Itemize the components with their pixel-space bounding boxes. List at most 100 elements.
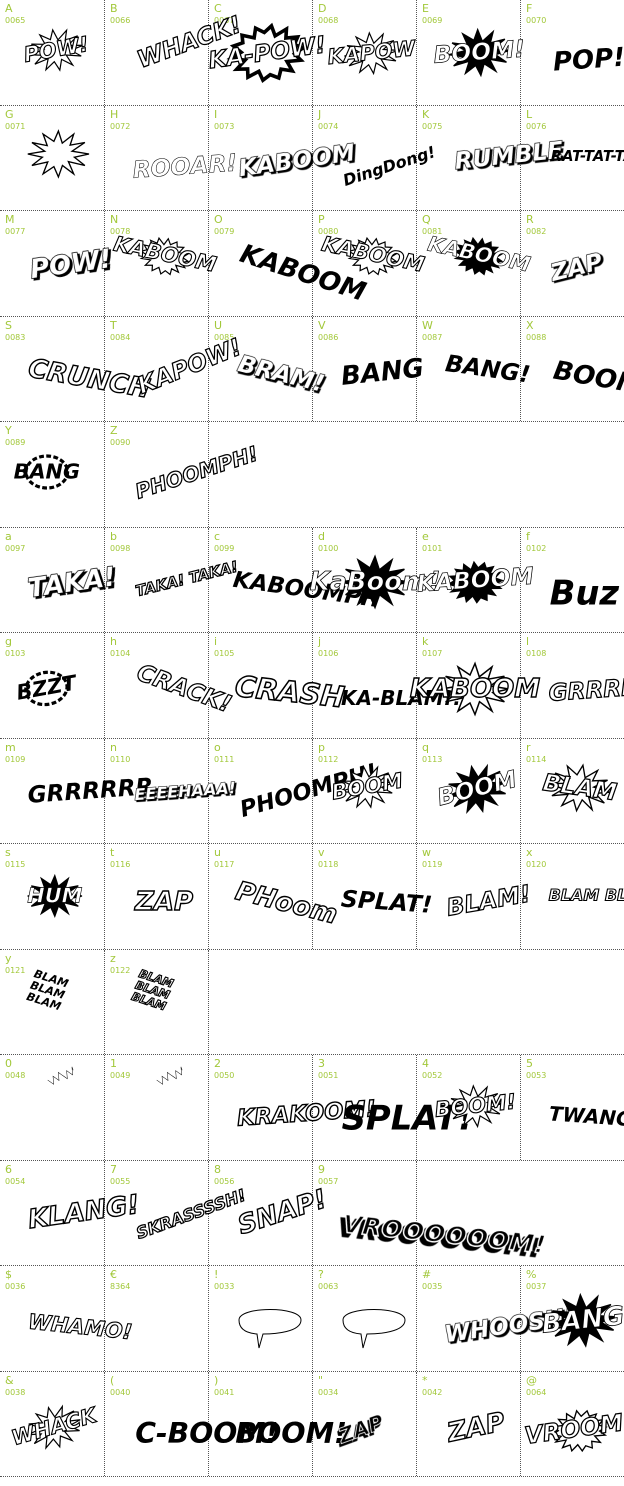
glyph-code-label: 0098: [110, 543, 131, 553]
glyph-cell[interactable]: $0036 WHAMO!: [0, 1266, 134, 1371]
glyph-word: WHAMO!: [27, 1309, 133, 1344]
glyph-row: S 0083 CRUNCH T 0084 KAPOW! U 0085 BRAM! V 0086 BAN…: [0, 316, 624, 422]
glyph-code-label: 0102: [526, 543, 547, 553]
glyph-character-label: !: [214, 1268, 219, 1281]
glyph-code-label: 0101: [422, 543, 443, 553]
glyph-row: Y 0089 BANG Z 0090 PHOOMPH!: [0, 422, 624, 528]
glyph-word: SPLAT!: [340, 885, 433, 919]
glyph-cell[interactable]: g 0103 BZZT: [0, 633, 104, 738]
glyph-preview: KABOOM: [111, 231, 245, 291]
glyph-code-label: 8364: [110, 1282, 131, 1291]
glyph-artwork: Buz: [550, 573, 620, 612]
glyph-character-label: #: [422, 1268, 432, 1281]
glyph-code-label: 0086: [318, 332, 339, 342]
glyph-code-label: 0111: [214, 754, 235, 764]
glyph-cell[interactable]: y 0121 BLAM BLAM BLAM: [0, 950, 104, 1055]
glyph-artwork: SPLAT!: [340, 885, 433, 919]
glyph-code-label: 0108: [526, 649, 547, 658]
glyph-code-label: 0104: [110, 649, 131, 658]
glyph-word: SNAP!: [234, 1184, 330, 1241]
glyph-cell[interactable]: Y 0089 BANG: [0, 422, 104, 527]
glyph-character-label: 9: [318, 1162, 325, 1176]
glyph-preview: BOOM!: [433, 1084, 557, 1139]
glyph-word: ZAP: [134, 887, 193, 917]
empty-grid-area: [208, 422, 624, 527]
glyph-character-label: S: [5, 318, 12, 332]
glyph-artwork: ZAP: [546, 247, 606, 288]
glyph-cell[interactable]: a 0097 TAKA!: [0, 528, 118, 633]
glyph-character-label: l: [526, 635, 530, 648]
glyph-code-label: 0119: [422, 860, 443, 869]
glyph-code-label: 0035: [422, 1282, 443, 1291]
glyph-artwork: HUM: [27, 873, 83, 919]
glyph-preview: SKRASSSSH!: [133, 1184, 249, 1251]
glyph-character-label: a: [5, 529, 12, 543]
glyph-code-label: 0069: [422, 16, 443, 25]
glyph-character-label: 0: [5, 1057, 12, 1070]
glyph-character-label: 5: [526, 1057, 533, 1070]
glyph-word: RAT-TAT-TAT: [551, 148, 624, 165]
glyph-artwork: POP!: [552, 43, 624, 78]
glyph-word: HUM: [27, 883, 82, 907]
glyph-preview: PHoom: [232, 876, 343, 932]
glyph-preview: VROOM!: [522, 1406, 624, 1460]
glyph-preview: CRACK!: [133, 658, 243, 719]
speech-bubble-icon: [238, 1309, 302, 1349]
glyph-artwork: BANG: [540, 1292, 624, 1348]
glyph-cell[interactable]: S 0083 CRUNCH: [0, 317, 153, 422]
glyph-character-label: n: [110, 740, 117, 754]
glyph-word: EEEEHAAA!: [134, 778, 237, 804]
glyph-artwork: BLAM BLAM: [548, 885, 624, 905]
speech-bubble-icon: [342, 1309, 406, 1349]
glyph-word: SKRASSSSH!: [134, 1185, 249, 1242]
glyph-cell[interactable]: A 0065 POW!: [0, 0, 104, 105]
glyph-preview: BOOM!: [233, 1412, 347, 1462]
glyph-row: 6 0054 KLANG! 7 0055 SKRASSSSH! 8 0056 SNAP! 9 005…: [0, 1160, 624, 1266]
glyph-code-label: 0033: [214, 1282, 235, 1291]
glyph-cell[interactable]: 6 0054 KLANG!: [0, 1161, 142, 1266]
glyph-character-label: r: [526, 740, 531, 754]
glyph-code-label: 0115: [5, 860, 26, 869]
glyph-cell[interactable]: 0 0048: [0, 1055, 104, 1160]
glyph-character-label: J: [318, 107, 322, 121]
glyph-code-label: 0052: [422, 1071, 443, 1080]
glyph-character-label: K: [422, 107, 430, 121]
glyph-preview: BZZT: [15, 669, 136, 719]
glyph-cell[interactable]: G 0071: [0, 106, 104, 211]
glyph-code-label: 0050: [214, 1071, 235, 1080]
glyph-code-label: 0087: [422, 332, 443, 342]
glyph-cell[interactable]: s 0115 HUM: [0, 844, 104, 949]
glyph-code-label: 0114: [526, 754, 547, 764]
glyph-cell[interactable]: M 0077 POW!: [0, 211, 114, 316]
glyph-code-label: 0090: [110, 438, 131, 447]
glyph-artwork: GRRRRRR: [547, 671, 624, 707]
glyph-code-label: 0073: [214, 121, 235, 131]
glyph-code-label: 0112: [318, 754, 339, 764]
glyph-word: BLAM!: [444, 879, 532, 921]
glyph-code-label: 0038: [5, 1387, 26, 1397]
glyph-preview: BANG!: [443, 349, 553, 401]
glyph-code-label: 0082: [526, 227, 547, 236]
glyph-preview: [135, 1066, 245, 1139]
glyph-code-label: 0116: [110, 860, 131, 869]
glyph-character-label: j: [318, 635, 322, 648]
glyph-preview: ZAP: [546, 247, 624, 297]
glyph-code-label: 0056: [214, 1176, 235, 1186]
glyph-cell[interactable]: m 0109 GRRRRRR: [0, 739, 154, 844]
glyph-word: ZAP: [444, 1407, 508, 1449]
glyph-preview: [131, 1306, 241, 1356]
glyph-preview: GRRRRRR: [547, 671, 624, 723]
glyph-cell[interactable]: & 0038 WHACK: [0, 1372, 104, 1477]
glyph-code-label: 0041: [214, 1387, 235, 1397]
glyph-code-label: 0089: [5, 438, 26, 447]
glyph-preview: KABOOM: [425, 231, 559, 291]
glyph-artwork: PHOOMPH!: [132, 441, 262, 504]
glyph-word: KABOOM: [237, 138, 357, 182]
glyph-code-label: 0105: [214, 649, 235, 658]
glyph-character-label: c: [214, 529, 221, 543]
glyph-preview: TWANG: [547, 1095, 624, 1145]
glyph-preview: BANG: [540, 1292, 624, 1350]
glyph-artwork: BRAM!: [235, 348, 328, 398]
glyph-word: BANG: [14, 459, 80, 483]
glyph-character-label: &: [5, 1373, 14, 1387]
